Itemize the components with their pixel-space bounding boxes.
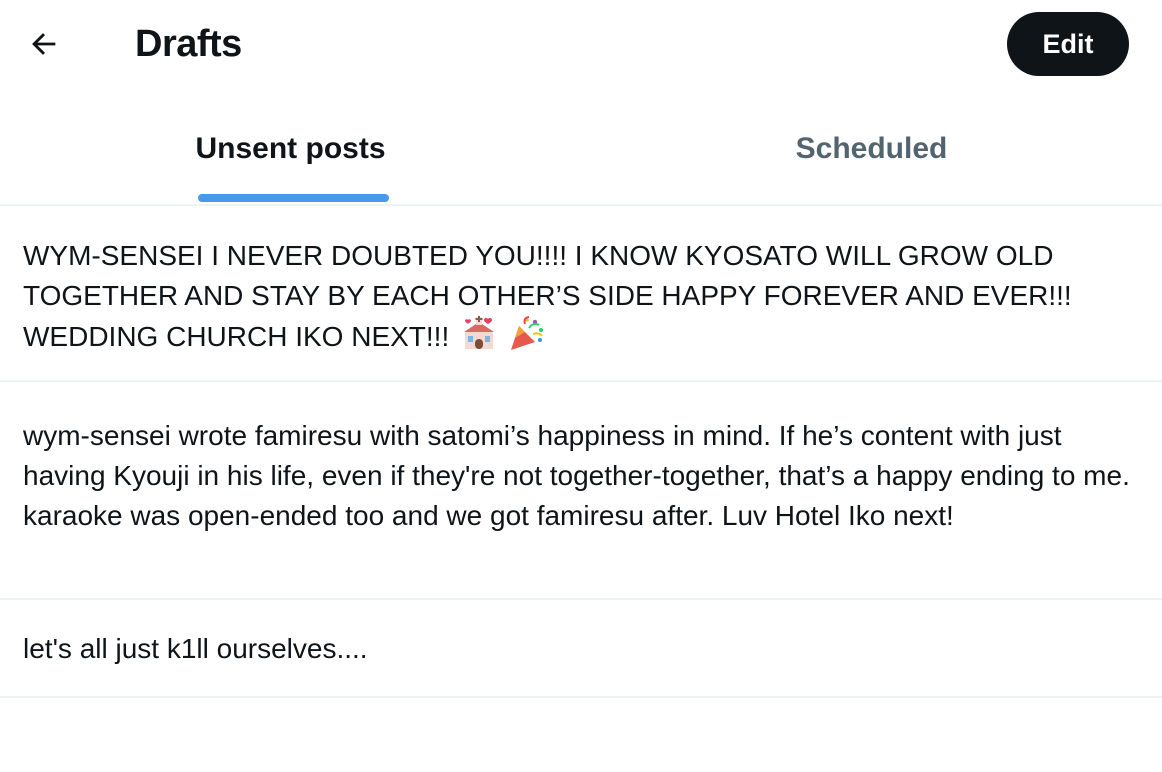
edit-button[interactable]: Edit — [1007, 12, 1129, 76]
arrow-left-icon — [32, 33, 56, 55]
active-tab-indicator — [198, 194, 389, 202]
tab-scheduled[interactable]: Scheduled — [581, 100, 1162, 204]
draft-item[interactable]: let's all just k1ll ourselves.... — [0, 600, 1162, 698]
draft-text: wym-sensei wrote famiresu with satomi’s … — [23, 420, 1130, 531]
tab-scheduled-label: Scheduled — [795, 132, 948, 165]
top-bar: Drafts Edit — [0, 0, 1162, 90]
drafts-tabs: Unsent posts Scheduled — [0, 100, 1162, 206]
draft-item[interactable]: WYM-SENSEI I NEVER DOUBTED YOU!!!! I KNO… — [0, 206, 1162, 382]
draft-list: WYM-SENSEI I NEVER DOUBTED YOU!!!! I KNO… — [0, 206, 1162, 698]
draft-text: WYM-SENSEI I NEVER DOUBTED YOU!!!! I KNO… — [23, 240, 1072, 352]
back-button[interactable] — [18, 20, 70, 68]
wedding-icon — [461, 316, 497, 352]
party-popper-icon — [509, 316, 545, 352]
tab-unsent-posts[interactable]: Unsent posts — [0, 100, 581, 204]
draft-item[interactable]: wym-sensei wrote famiresu with satomi’s … — [0, 382, 1162, 600]
tab-unsent-posts-label: Unsent posts — [195, 132, 386, 165]
page-title: Drafts — [135, 23, 242, 65]
draft-text: let's all just k1ll ourselves.... — [23, 633, 368, 664]
